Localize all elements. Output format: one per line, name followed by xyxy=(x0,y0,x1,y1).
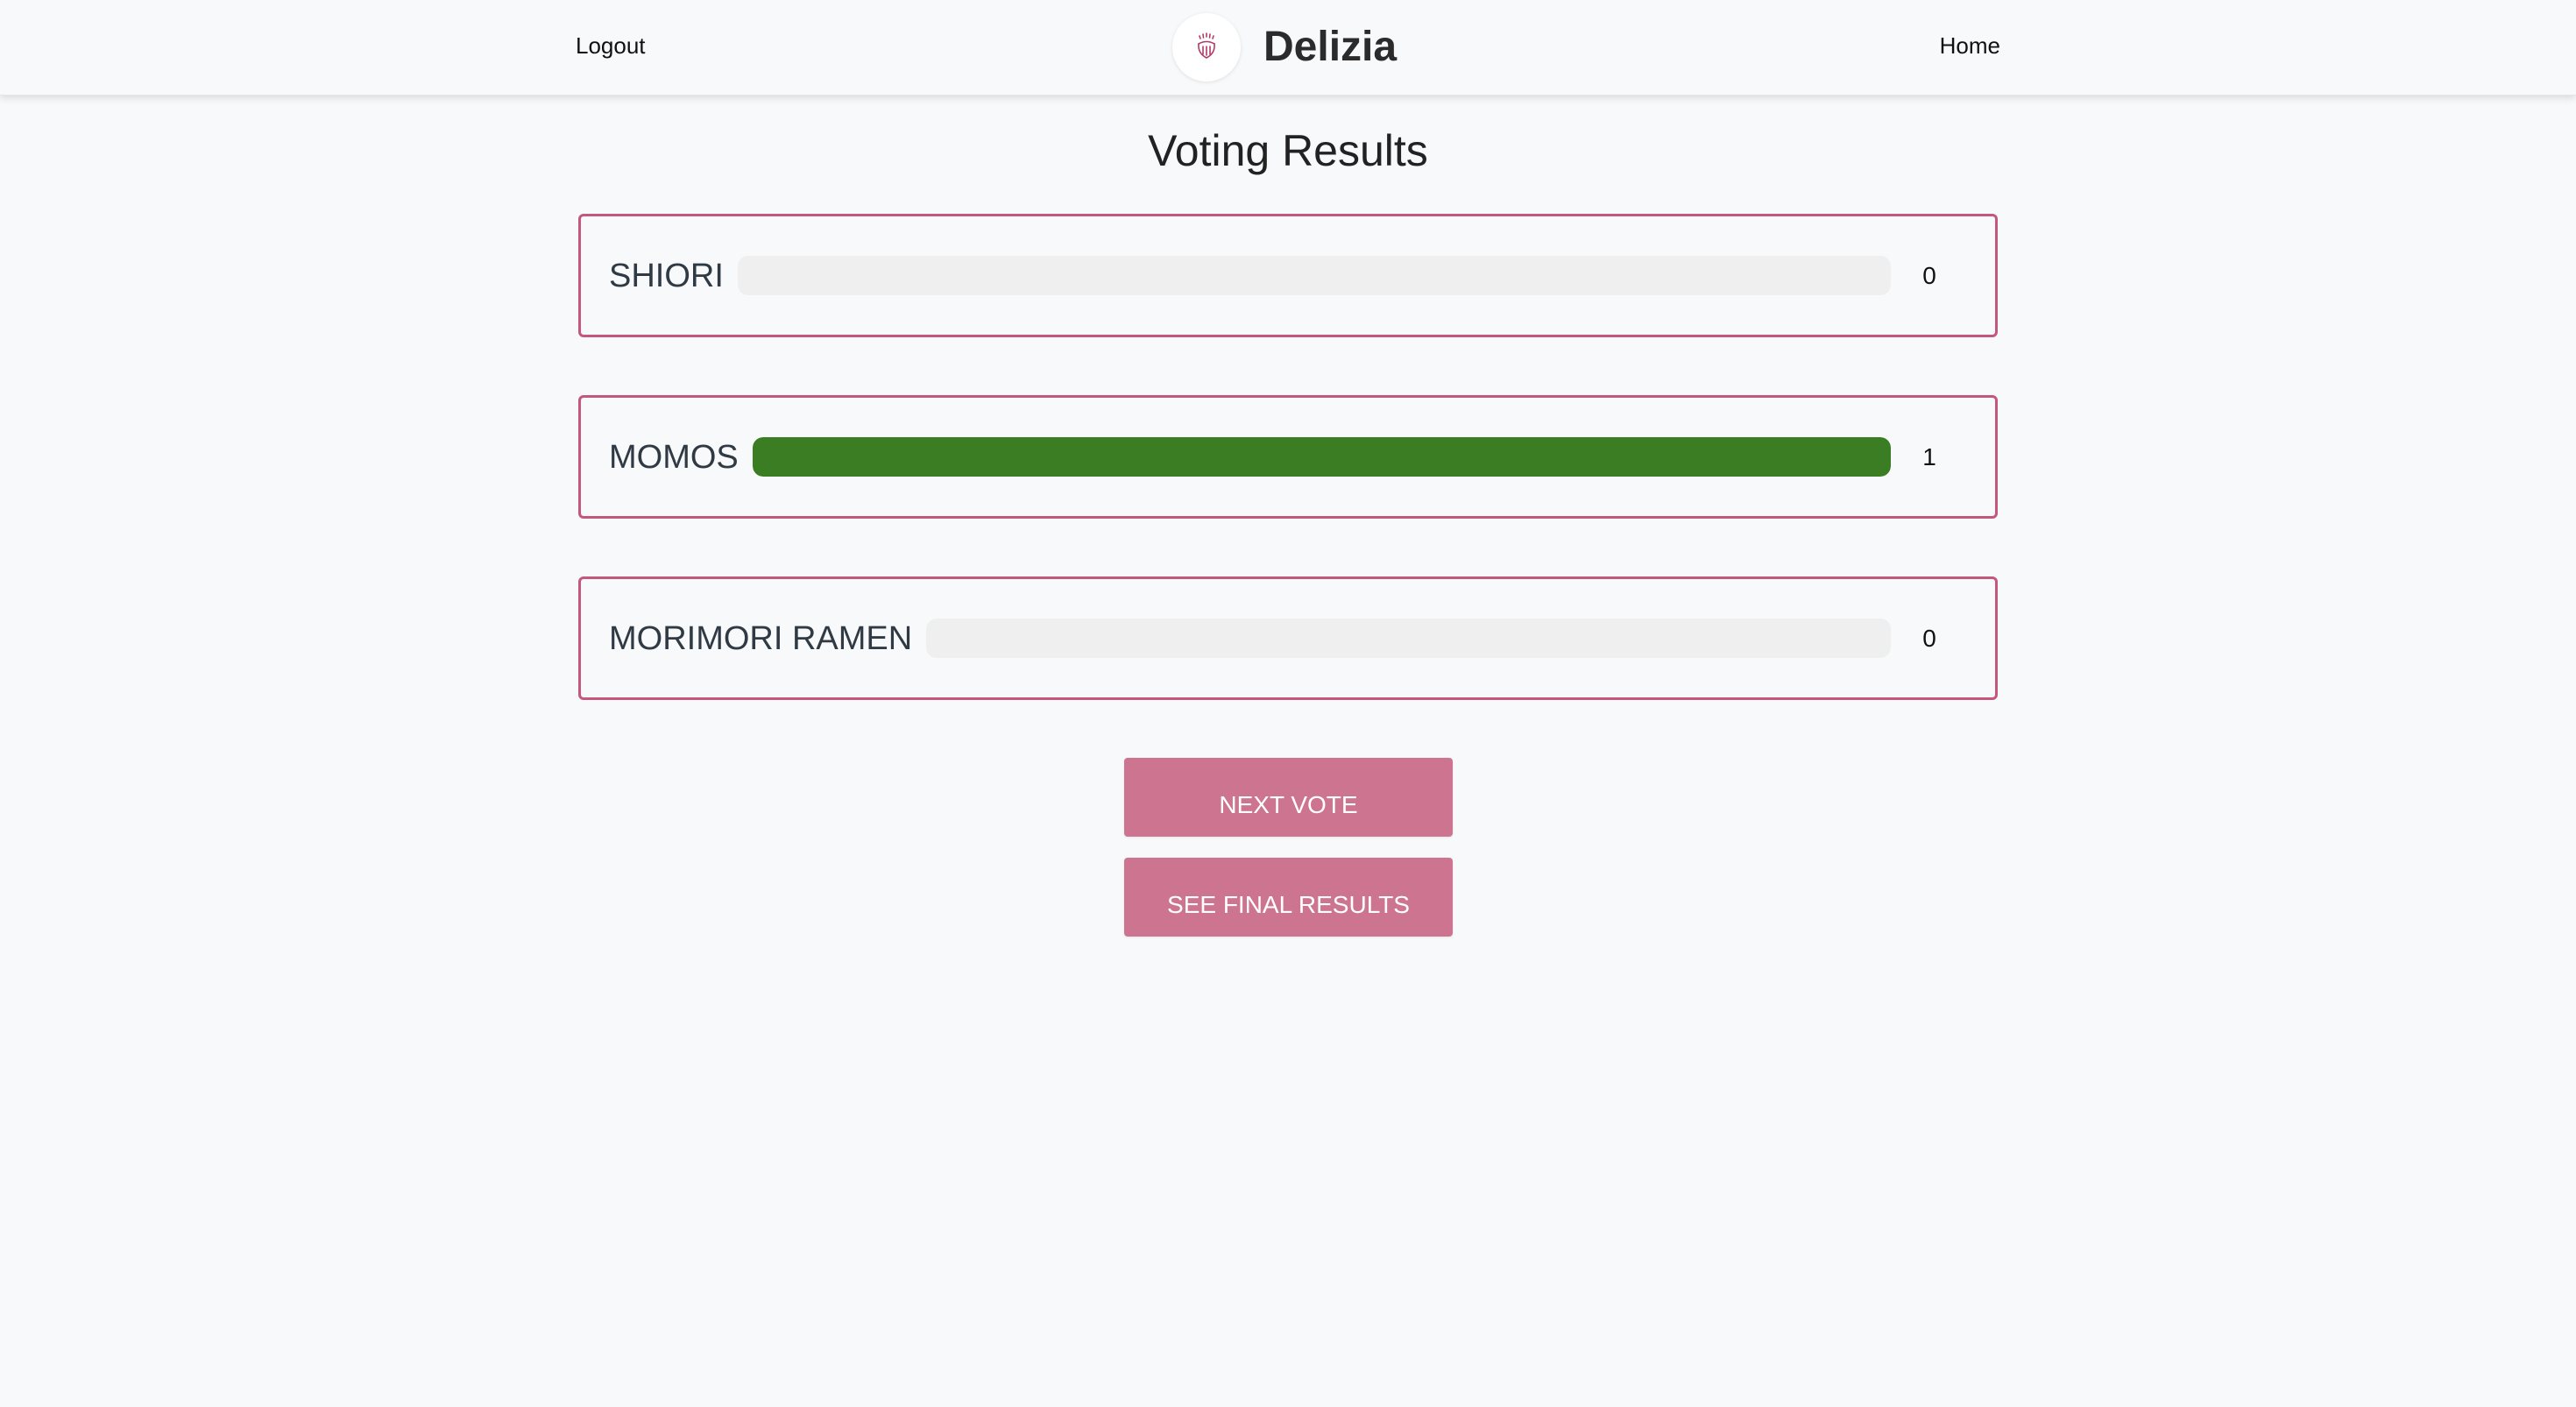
navbar: Logout Delizia Home xyxy=(0,0,2576,95)
vote-bar-track xyxy=(737,256,1891,295)
vote-count: 0 xyxy=(1922,261,1936,289)
result-card-momos: MOMOS 1 xyxy=(578,395,1998,519)
next-vote-button[interactable]: NEXT VOTE xyxy=(1124,758,1453,837)
logout-link[interactable]: Logout xyxy=(576,30,646,61)
result-name: MORIMORI RAMEN xyxy=(609,619,913,657)
home-link[interactable]: Home xyxy=(1940,30,2000,61)
vote-count: 1 xyxy=(1922,442,1936,470)
brand[interactable]: Delizia xyxy=(1172,13,1397,81)
vote-bar-fill xyxy=(752,437,1891,477)
result-card-shiori: SHIORI 0 xyxy=(578,214,1998,337)
see-final-results-button[interactable]: SEE FINAL RESULTS xyxy=(1124,858,1453,937)
page-title: Voting Results xyxy=(1148,126,1428,175)
food-logo-icon xyxy=(1172,13,1241,81)
result-name: SHIORI xyxy=(609,257,724,294)
vote-bar-track xyxy=(752,437,1891,477)
vote-count: 0 xyxy=(1922,624,1936,652)
vote-bar-track xyxy=(926,619,1891,658)
result-name: MOMOS xyxy=(609,438,739,476)
brand-name: Delizia xyxy=(1263,24,1398,70)
results-list: SHIORI 0 MOMOS 1 MORIMORI RAMEN 0 xyxy=(578,214,1998,758)
result-card-morimori-ramen: MORIMORI RAMEN 0 xyxy=(578,576,1998,700)
